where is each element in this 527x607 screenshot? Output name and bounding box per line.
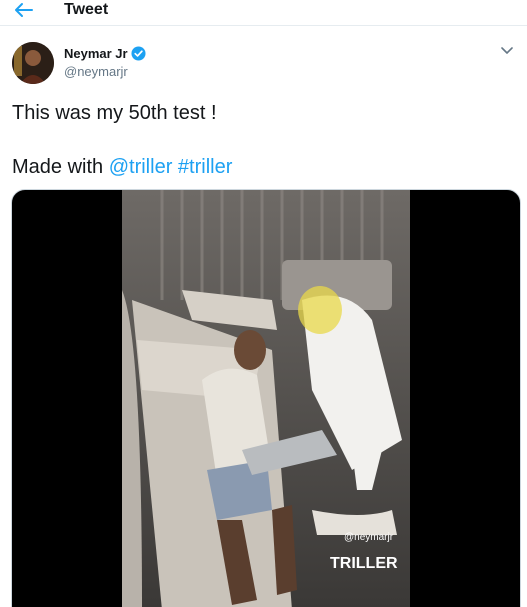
tweet-author: Neymar Jr @neymarjr (12, 42, 515, 90)
video-frame: @neymarjr TRILLER (122, 190, 410, 607)
page-title: Tweet (64, 1, 109, 18)
arrow-left-icon[interactable] (12, 0, 36, 20)
tweet-text-line2: Made with @triller #triller (12, 155, 232, 179)
user-handle[interactable]: @neymarjr (64, 64, 128, 79)
video-watermark-brand: TRILLER (330, 555, 398, 572)
top-bar: Tweet (0, 0, 527, 26)
mention-link[interactable]: @triller (109, 156, 173, 178)
name-row: Neymar Jr (64, 46, 146, 61)
chevron-down-icon[interactable] (499, 42, 515, 58)
avatar[interactable] (12, 42, 54, 84)
verified-badge-icon (131, 46, 146, 61)
display-name[interactable]: Neymar Jr (64, 46, 128, 61)
video-watermark-handle: @neymarjr (344, 532, 394, 543)
hashtag-link[interactable]: #triller (178, 156, 232, 178)
tweet-text-line1: This was my 50th test ! (12, 102, 217, 124)
video-player[interactable]: @neymarjr TRILLER (11, 189, 521, 607)
tweet-text-prefix: Made with (12, 156, 109, 178)
